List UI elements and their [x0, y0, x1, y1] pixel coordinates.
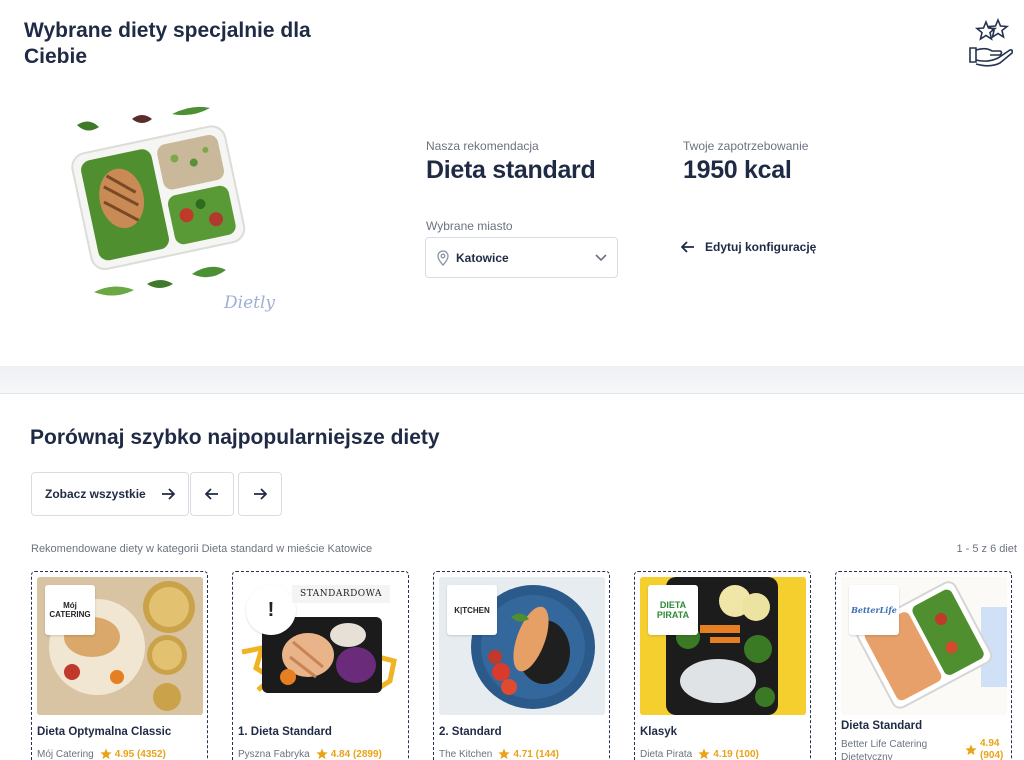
- provider-logo: !: [246, 585, 296, 635]
- diet-card-rating-value: 4.84 (2899): [330, 748, 382, 760]
- provider-logo: K|TCHEN: [447, 585, 497, 635]
- page-title: Wybrane diety specjalnie dla Ciebie: [24, 19, 311, 68]
- diet-card-ribbon: STANDARDOWA: [292, 585, 390, 603]
- star-icon: [498, 748, 510, 759]
- diet-card-rating: 4.95 (4352): [100, 748, 166, 760]
- diet-card-rating: 4.71 (144): [498, 748, 559, 760]
- edit-configuration-link[interactable]: Edytuj konfigurację: [681, 240, 816, 254]
- recommendation-label: Nasza rekomendacja: [426, 139, 539, 153]
- star-icon: [100, 748, 112, 759]
- recommendation-section: Wybrane diety specjalnie dla Ciebie Diet…: [0, 0, 1024, 368]
- star-icon: [698, 748, 710, 759]
- diet-card-image: ! STANDARDOWA: [238, 577, 404, 715]
- city-label: Wybrane miasto: [426, 219, 513, 233]
- diet-card-image: K|TCHEN: [439, 577, 605, 715]
- see-all-button[interactable]: Zobacz wszystkie: [31, 472, 189, 516]
- compare-title: Porównaj szybko najpopularniejsze diety: [30, 426, 440, 449]
- carousel-next-button[interactable]: [238, 472, 282, 516]
- diet-card-image: BetterLife: [841, 577, 1007, 715]
- provider-logo: BetterLife: [849, 585, 899, 635]
- diet-card-rating: 4.19 (100): [698, 748, 759, 760]
- diet-card-provider: Dieta Pirata: [640, 748, 693, 760]
- diet-card-rating-value: 4.95 (4352): [114, 748, 166, 760]
- hero-meal-image: Dietly: [71, 106, 275, 313]
- see-all-label: Zobacz wszystkie: [45, 487, 146, 501]
- diet-card-rating-value: 4.71 (144): [513, 748, 559, 760]
- diet-card[interactable]: Mój CATERING Dieta Optymalna Classic Mój…: [31, 571, 208, 760]
- diet-card-image: Mój CATERING: [37, 577, 203, 715]
- diet-card[interactable]: DIETA PIRATA Klasyk Dieta Pirata 4.19 (1…: [634, 571, 811, 760]
- city-select[interactable]: Katowice: [425, 237, 618, 278]
- arrow-right-icon: [162, 488, 175, 500]
- diet-card-rating-value: 4.94 (904): [980, 738, 1004, 760]
- diet-card-rating: 4.94 (904): [965, 738, 1008, 760]
- diet-card-name: Dieta Optymalna Classic: [37, 726, 172, 738]
- diet-card-provider: The Kitchen: [439, 748, 493, 760]
- diet-card-rating: 4.84 (2899): [316, 748, 382, 760]
- diet-card-provider: Better Life Catering Dietetyczny: [841, 739, 928, 760]
- star-icon: [316, 748, 328, 759]
- section-divider: [0, 366, 1024, 394]
- diet-card-name: Klasyk: [640, 726, 678, 738]
- provider-logo: DIETA PIRATA: [648, 585, 698, 635]
- diet-card[interactable]: K|TCHEN 2. Standard The Kitchen 4.71 (14…: [433, 571, 610, 760]
- diet-card[interactable]: ! STANDARDOWA 1. Dieta Standard Pyszna F…: [232, 571, 409, 760]
- edit-configuration-label: Edytuj konfigurację: [705, 240, 817, 254]
- recommendation-value: Dieta standard: [426, 156, 596, 184]
- city-value: Katowice: [456, 250, 509, 265]
- arrow-left-icon: [205, 488, 218, 500]
- diet-count-text: 1 - 5 z 6 diet: [956, 543, 1017, 555]
- dietly-watermark: Dietly: [223, 293, 275, 313]
- diet-card-name: Dieta Standard: [841, 720, 923, 732]
- star-icon: [965, 744, 977, 755]
- calories-label: Twoje zapotrzebowanie: [683, 139, 809, 153]
- recommended-diets-text: Rekomendowane diety w kategorii Dieta st…: [31, 543, 373, 555]
- diet-card-image: DIETA PIRATA: [640, 577, 806, 715]
- provider-logo: Mój CATERING: [45, 585, 95, 635]
- map-pin-icon: [437, 249, 449, 266]
- diet-card-rating-value: 4.19 (100): [713, 748, 759, 760]
- stars-hand-icon: [969, 17, 1014, 67]
- carousel-prev-button[interactable]: [190, 472, 234, 516]
- diet-cards-carousel: Mój CATERING Dieta Optymalna Classic Mój…: [31, 571, 1024, 760]
- arrow-left-icon: [681, 241, 694, 253]
- diet-card[interactable]: BetterLife Dieta Standard Better Life Ca…: [835, 571, 1012, 760]
- diet-card-name: 2. Standard: [439, 726, 502, 738]
- diet-card-provider: Pyszna Fabryka: [238, 748, 310, 760]
- diet-card-provider: Mój Catering: [37, 748, 94, 760]
- arrow-right-icon: [254, 488, 267, 500]
- diet-card-name: 1. Dieta Standard: [238, 726, 332, 738]
- calories-value: 1950 kcal: [683, 156, 792, 184]
- chevron-down-icon: [595, 253, 607, 261]
